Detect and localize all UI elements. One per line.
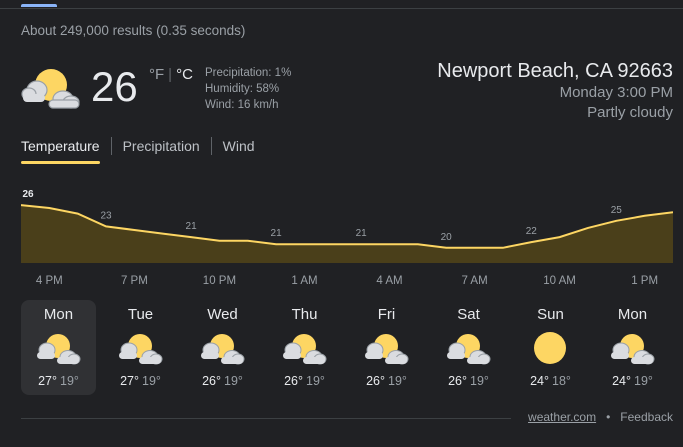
forecast-low: 19°: [306, 374, 325, 388]
forecast-day[interactable]: Tue 27° 19°: [103, 300, 178, 395]
current-temperature: 26: [91, 63, 138, 110]
forecast-high: 27°: [38, 374, 57, 388]
tab-wind[interactable]: Wind: [223, 136, 255, 164]
forecast-temps: 24° 19°: [595, 374, 670, 388]
temperature-data-label: 20: [441, 232, 453, 243]
feedback-link[interactable]: Feedback: [620, 410, 673, 424]
forecast-low: 19°: [634, 374, 653, 388]
forecast-day-name: Tue: [127, 306, 154, 323]
unit-celsius[interactable]: °C: [176, 66, 193, 83]
forecast-day-name: Mon: [617, 306, 648, 323]
forecast-day[interactable]: Mon 24° 19°: [595, 300, 670, 395]
forecast-high: 26°: [202, 374, 221, 388]
forecast-temps: 26° 19°: [431, 374, 506, 388]
chart-time-axis: 4 PM 7 PM 10 PM 1 AM 4 AM 7 AM 10 AM 1 PM: [21, 275, 673, 289]
forecast-temps: 27° 19°: [21, 374, 96, 388]
forecast-day-name: Sun: [537, 306, 564, 323]
forecast-day-name: Sat: [457, 306, 480, 323]
unit-toggle: °F | °C: [149, 66, 193, 83]
time-tick-label: 7 PM: [120, 275, 148, 287]
partly-cloudy-icon: [609, 331, 655, 365]
forecast-day-name: Fri: [377, 306, 396, 323]
partly-cloudy-icon: [117, 331, 163, 365]
forecast-low: 19°: [224, 374, 243, 388]
forecast-high: 26°: [284, 374, 303, 388]
forecast-temps: 24° 18°: [513, 374, 588, 388]
chart-tabs: Temperature Precipitation Wind: [21, 136, 255, 164]
temperature-data-label: 23: [100, 210, 112, 221]
tab-divider: [110, 137, 112, 155]
temperature-data-label: 21: [271, 228, 283, 239]
forecast-day[interactable]: Thu 26° 19°: [267, 300, 342, 395]
forecast-temps: 26° 19°: [185, 374, 260, 388]
daily-forecast: Mon 27° 19° Tue 27° 19° Wed 26° 19° Thu 26° 19° Fri 2…: [21, 300, 673, 395]
forecast-high: 27°: [120, 374, 139, 388]
partly-cloudy-icon: [445, 331, 491, 365]
location-block: Newport Beach, CA 92663 Monday 3:00 PM P…: [437, 59, 673, 123]
forecast-day[interactable]: Sun 24° 18°: [513, 300, 588, 395]
forecast-day-name: Thu: [291, 306, 318, 323]
forecast-day-name: Wed: [207, 306, 238, 323]
partly-cloudy-icon: [199, 331, 245, 365]
tab-precipitation[interactable]: Precipitation: [123, 136, 200, 164]
time-tick-label: 1 AM: [291, 275, 318, 287]
partly-cloudy-icon: [281, 331, 327, 365]
temperature-data-label: 21: [356, 228, 368, 239]
forecast-low: 19°: [60, 374, 79, 388]
search-tab-bar: [0, 0, 683, 9]
precipitation-text: Precipitation: 1%: [205, 67, 292, 79]
temperature-data-label: 25: [611, 205, 623, 216]
active-tab-indicator: [21, 4, 57, 7]
forecast-low: 19°: [388, 374, 407, 388]
forecast-high: 24°: [612, 374, 631, 388]
temperature-data-label: 22: [526, 226, 538, 237]
forecast-low: 18°: [552, 374, 571, 388]
time-tick-label: 7 AM: [461, 275, 488, 287]
partly-cloudy-icon: [21, 69, 80, 109]
wind-text: Wind: 16 km/h: [205, 99, 279, 111]
tab-divider: [210, 137, 212, 155]
temperature-data-label: 26: [22, 189, 34, 200]
humidity-text: Humidity: 58%: [205, 83, 280, 95]
location-name[interactable]: Newport Beach, CA 92663: [437, 59, 673, 83]
tab-temperature[interactable]: Temperature: [21, 136, 100, 164]
footer-dot: •: [606, 410, 611, 424]
footer-divider: [21, 418, 511, 419]
temperature-chart: 26 23 21 21 21 20 22 25: [21, 189, 673, 263]
result-stats: About 249,000 results (0.35 seconds): [21, 23, 246, 38]
forecast-high: 26°: [366, 374, 385, 388]
forecast-low: 19°: [142, 374, 161, 388]
time-tick-label: 4 AM: [376, 275, 403, 287]
location-datetime: Monday 3:00 PM: [559, 84, 673, 101]
forecast-day[interactable]: Mon 27° 19°: [21, 300, 96, 395]
forecast-temps: 26° 19°: [267, 374, 342, 388]
partly-cloudy-icon: [35, 331, 81, 365]
temperature-area: [21, 205, 673, 263]
time-tick-label: 10 PM: [202, 275, 237, 287]
time-tick-label: 1 PM: [631, 275, 659, 287]
time-tick-label: 4 PM: [35, 275, 63, 287]
location-condition: Partly cloudy: [587, 104, 673, 121]
forecast-day-name: Mon: [43, 306, 74, 323]
time-tick-label: 10 AM: [543, 275, 576, 287]
forecast-high: 24°: [530, 374, 549, 388]
source-link[interactable]: weather.com: [528, 410, 596, 424]
sunny-icon: [527, 331, 573, 365]
footer: weather.com • Feedback: [528, 410, 673, 424]
weather-details: Precipitation: 1% Humidity: 58% Wind: 16…: [205, 65, 291, 113]
forecast-temps: 26° 19°: [349, 374, 424, 388]
temperature-data-label: 21: [186, 221, 198, 232]
forecast-day[interactable]: Fri 26° 19°: [349, 300, 424, 395]
unit-fahrenheit[interactable]: °F: [149, 66, 164, 83]
forecast-day[interactable]: Sat 26° 19°: [431, 300, 506, 395]
forecast-temps: 27° 19°: [103, 374, 178, 388]
forecast-low: 19°: [470, 374, 489, 388]
forecast-day[interactable]: Wed 26° 19°: [185, 300, 260, 395]
partly-cloudy-icon: [363, 331, 409, 365]
forecast-high: 26°: [448, 374, 467, 388]
unit-separator: |: [168, 66, 173, 83]
